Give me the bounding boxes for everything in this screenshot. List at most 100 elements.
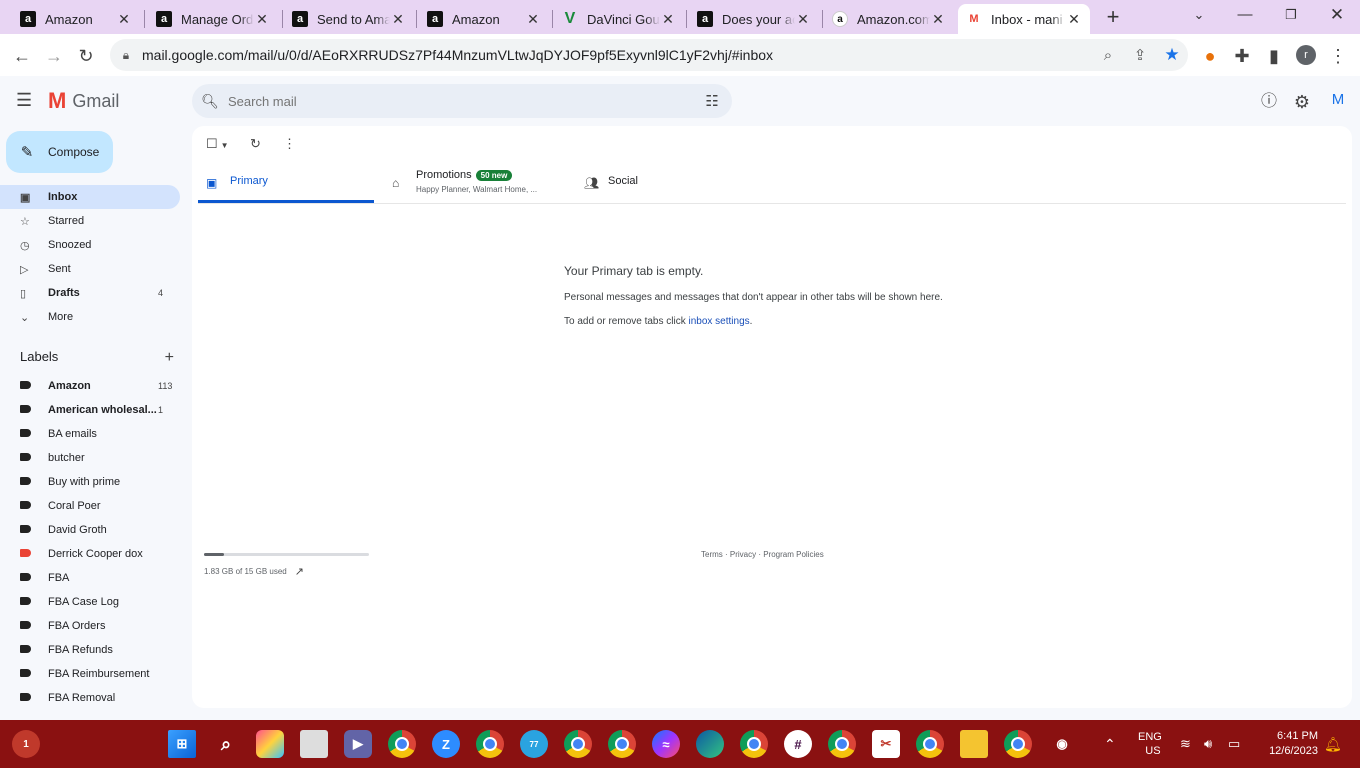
copilot-icon[interactable]: [256, 730, 284, 758]
side-panel-icon[interactable]: ▮: [1260, 42, 1288, 70]
battery-icon[interactable]: ▭: [1228, 720, 1240, 768]
browser-tab[interactable]: a Manage Orders ✕: [148, 4, 278, 34]
label-item[interactable]: Amazon 113: [0, 374, 180, 398]
forward-arrow-icon[interactable]: →: [40, 42, 68, 70]
terms-link[interactable]: Terms: [701, 550, 723, 559]
close-icon[interactable]: ✕: [795, 11, 811, 28]
gear-icon[interactable]: ⚙: [1290, 90, 1314, 114]
open-external-icon[interactable]: ↗: [295, 565, 304, 578]
close-icon[interactable]: ✕: [930, 11, 946, 28]
label-item[interactable]: Buy with prime: [0, 470, 180, 494]
label-item[interactable]: FBA: [0, 566, 180, 590]
share-icon[interactable]: ⇪: [1124, 46, 1156, 64]
focus-app-icon[interactable]: ◉: [1048, 730, 1076, 758]
wifi-icon[interactable]: ≋: [1180, 720, 1191, 768]
tab-promotions[interactable]: ⌂ Promotions 50 new Happy Planner, Walmar…: [392, 166, 568, 203]
telegram-icon[interactable]: 77: [520, 730, 548, 758]
label-item[interactable]: FBA Case Log: [0, 590, 180, 614]
label-item[interactable]: Coral Poer: [0, 494, 180, 518]
window-close-button[interactable]: ✕: [1314, 0, 1360, 34]
nav-item-more[interactable]: ⌄ More: [0, 305, 180, 329]
bookmark-star-icon[interactable]: ★: [1156, 45, 1188, 65]
browser-tab[interactable]: a Amazon ✕: [12, 4, 140, 34]
program-policies-link[interactable]: Program Policies: [763, 550, 823, 559]
profile-avatar[interactable]: r: [1296, 45, 1316, 65]
nav-item-inbox[interactable]: ▣ Inbox: [0, 185, 180, 209]
label-item[interactable]: FBA Removal: [0, 686, 180, 710]
close-icon[interactable]: ✕: [116, 11, 132, 28]
nav-item-drafts[interactable]: ▯ Drafts 4: [0, 281, 180, 305]
chrome-profile-icon[interactable]: [476, 730, 504, 758]
more-options-icon[interactable]: ⋮: [283, 136, 296, 152]
search-options-icon[interactable]: ☷: [692, 92, 732, 110]
url-text[interactable]: mail.google.com/mail/u/0/d/AEoRXRRUDSz7P…: [142, 47, 1092, 63]
add-label-icon[interactable]: +: [165, 349, 174, 367]
file-explorer-icon[interactable]: [960, 730, 988, 758]
back-arrow-icon[interactable]: ←: [8, 42, 36, 70]
tab-social[interactable]: 👥︎ Social: [584, 166, 760, 203]
search-input[interactable]: [228, 93, 692, 109]
refresh-icon[interactable]: ↻: [250, 136, 261, 152]
nav-item-snoozed[interactable]: ◷ Snoozed: [0, 233, 180, 257]
tab-search-chevron-icon[interactable]: ⌄: [1176, 0, 1222, 34]
label-item[interactable]: FBA Orders: [0, 614, 180, 638]
kebab-menu-icon[interactable]: ⋮: [1324, 42, 1352, 70]
address-bar[interactable]: 🔒︎ mail.google.com/mail/u/0/d/AEoRXRRUDS…: [110, 39, 1188, 71]
chrome-icon[interactable]: [388, 730, 416, 758]
snipping-tool-icon[interactable]: ✂: [872, 730, 900, 758]
close-icon[interactable]: ✕: [1066, 11, 1082, 28]
slack-icon[interactable]: #: [784, 730, 812, 758]
close-icon[interactable]: ✕: [660, 11, 676, 28]
lock-icon[interactable]: 🔒︎: [110, 48, 142, 63]
label-item[interactable]: FBA Reimbursement: [0, 662, 180, 686]
volume-icon[interactable]: 🔊︎: [1204, 720, 1212, 768]
label-item[interactable]: David Groth: [0, 518, 180, 542]
search-icon[interactable]: 🔍︎: [192, 93, 228, 110]
reload-icon[interactable]: ↻: [72, 42, 100, 70]
extensions-puzzle-icon[interactable]: ✚: [1228, 42, 1256, 70]
select-checkbox[interactable]: ☐ ▼: [206, 136, 229, 152]
chrome-profile-icon[interactable]: [740, 730, 768, 758]
browser-tab[interactable]: V DaVinci Gourmet ✕: [554, 4, 684, 34]
label-item[interactable]: American wholesal... 1: [0, 398, 180, 422]
notification-bell-icon[interactable]: 🔔︎: [1324, 720, 1342, 768]
clock[interactable]: 6:41 PM 12/6/2023: [1258, 720, 1318, 768]
label-item[interactable]: butcher: [0, 446, 180, 470]
notification-app-icon[interactable]: 1: [12, 730, 40, 758]
browser-tab[interactable]: a Does your ac ✕: [689, 4, 819, 34]
teams-icon[interactable]: ▶: [344, 730, 372, 758]
browser-tab[interactable]: a Amazon.com ✕: [824, 4, 954, 34]
task-view-icon[interactable]: [300, 730, 328, 758]
taskbar-search-icon[interactable]: ⌕: [212, 730, 240, 758]
browser-tab[interactable]: a Amazon ✕: [419, 4, 549, 34]
chrome-profile-icon[interactable]: [564, 730, 592, 758]
nav-item-starred[interactable]: ☆ Starred: [0, 209, 180, 233]
tab-primary[interactable]: ▣ Primary: [198, 166, 374, 203]
windows-start-icon[interactable]: ⊞: [168, 730, 196, 758]
help-icon[interactable]: ⓘ: [1257, 90, 1281, 114]
caret-down-icon[interactable]: ▼: [221, 141, 229, 150]
new-tab-button[interactable]: +: [1100, 5, 1126, 31]
extension-firefox-icon[interactable]: ●: [1196, 42, 1224, 70]
restore-button[interactable]: ❐: [1268, 0, 1314, 34]
minimize-button[interactable]: —: [1222, 0, 1268, 34]
browser-tab-active[interactable]: M Inbox - mani ✕: [958, 4, 1090, 34]
close-icon[interactable]: ✕: [525, 11, 541, 28]
main-menu-icon[interactable]: ☰: [16, 90, 38, 111]
chrome-profile-icon[interactable]: [608, 730, 636, 758]
label-item[interactable]: BA emails: [0, 422, 180, 446]
gmail-logo[interactable]: M Gmail: [48, 88, 119, 114]
messenger-icon[interactable]: ≈: [652, 730, 680, 758]
language-indicator[interactable]: ENG US: [1138, 720, 1162, 768]
inbox-settings-link[interactable]: inbox settings: [689, 316, 750, 327]
privacy-link[interactable]: Privacy: [730, 550, 756, 559]
zoom-icon[interactable]: ⌕: [1092, 47, 1124, 64]
close-icon[interactable]: ✕: [390, 11, 406, 28]
compose-button[interactable]: ✎ Compose: [6, 131, 113, 173]
label-item[interactable]: FBA Refunds: [0, 638, 180, 662]
chrome-profile-icon[interactable]: [828, 730, 856, 758]
browser-tab[interactable]: a Send to Amazon ✕: [284, 4, 414, 34]
close-icon[interactable]: ✕: [254, 11, 270, 28]
label-item[interactable]: Derrick Cooper dox: [0, 542, 180, 566]
zoom-app-icon[interactable]: Z: [432, 730, 460, 758]
